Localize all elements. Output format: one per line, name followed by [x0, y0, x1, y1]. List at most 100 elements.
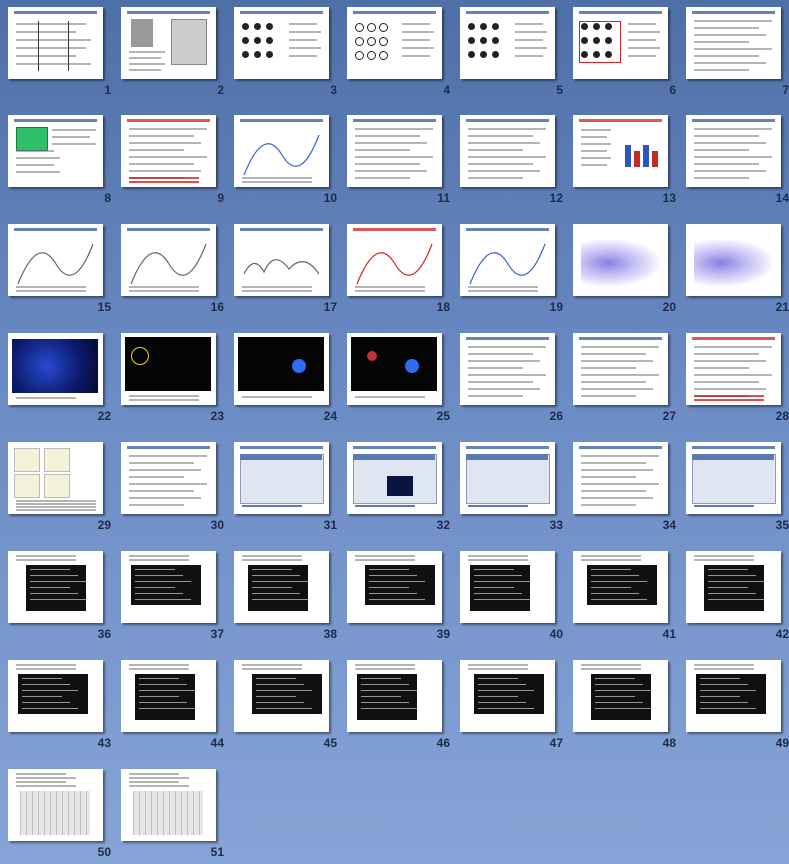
slide-thumbnail[interactable]	[347, 333, 442, 405]
slide-thumbnail[interactable]	[234, 333, 329, 405]
slide-thumbnail[interactable]	[347, 115, 442, 187]
slide-thumbnail[interactable]	[8, 442, 103, 514]
slide-thumbnail-cell[interactable]: 15	[8, 224, 111, 314]
slide-thumbnail[interactable]	[121, 7, 216, 79]
slide-thumbnail[interactable]	[121, 333, 216, 405]
slide-thumbnail[interactable]	[573, 115, 668, 187]
slide-thumbnail[interactable]	[686, 333, 781, 405]
slide-thumbnail[interactable]	[234, 660, 329, 732]
slide-thumbnail[interactable]	[234, 7, 329, 79]
slide-thumbnail[interactable]	[347, 442, 442, 514]
slide-thumbnail[interactable]	[460, 660, 555, 732]
slide-thumbnail[interactable]	[460, 115, 555, 187]
slide-thumbnail[interactable]	[347, 660, 442, 732]
slide-thumbnail[interactable]	[234, 442, 329, 514]
slide-thumbnail-cell[interactable]: 37	[121, 551, 224, 641]
slide-thumbnail[interactable]	[686, 551, 781, 623]
slide-thumbnail-cell[interactable]: 46	[347, 660, 450, 750]
slide-thumbnail-cell[interactable]: 30	[121, 442, 224, 532]
slide-thumbnail[interactable]	[460, 7, 555, 79]
slide-thumbnail[interactable]	[347, 551, 442, 623]
slide-thumbnail[interactable]	[573, 7, 668, 79]
slide-thumbnail-cell[interactable]: 36	[8, 551, 111, 641]
slide-thumbnail-cell[interactable]: 24	[234, 333, 337, 423]
slide-thumbnail[interactable]	[8, 333, 103, 405]
slide-thumbnail-cell[interactable]: 20	[573, 224, 676, 314]
slide-thumbnail-cell[interactable]: 25	[347, 333, 450, 423]
slide-thumbnail-cell[interactable]: 3	[234, 7, 337, 97]
slide-thumbnail-cell[interactable]: 7	[686, 7, 789, 97]
slide-thumbnail-cell[interactable]: 40	[460, 551, 563, 641]
slide-thumbnail[interactable]	[460, 551, 555, 623]
slide-thumbnail-cell[interactable]: 41	[573, 551, 676, 641]
slide-thumbnail-cell[interactable]: 35	[686, 442, 789, 532]
slide-thumbnail[interactable]	[347, 224, 442, 296]
slide-thumbnail[interactable]	[8, 7, 103, 79]
slide-thumbnail[interactable]	[8, 224, 103, 296]
slide-thumbnail[interactable]	[573, 442, 668, 514]
slide-thumbnail-cell[interactable]: 26	[460, 333, 563, 423]
slide-thumbnail-cell[interactable]: 47	[460, 660, 563, 750]
slide-thumbnail-cell[interactable]: 5	[460, 7, 563, 97]
slide-thumbnail[interactable]	[460, 333, 555, 405]
slide-thumbnail[interactable]	[573, 333, 668, 405]
slide-thumbnail[interactable]	[8, 769, 103, 841]
slide-thumbnail[interactable]	[121, 224, 216, 296]
slide-thumbnail-cell[interactable]: 33	[460, 442, 563, 532]
slide-thumbnail-cell[interactable]: 34	[573, 442, 676, 532]
slide-thumbnail-cell[interactable]: 38	[234, 551, 337, 641]
slide-thumbnail[interactable]	[686, 115, 781, 187]
slide-thumbnail-cell[interactable]: 21	[686, 224, 789, 314]
slide-thumbnail[interactable]	[573, 551, 668, 623]
slide-thumbnail-cell[interactable]: 44	[121, 660, 224, 750]
slide-thumbnail-cell[interactable]: 28	[686, 333, 789, 423]
slide-thumbnail[interactable]	[121, 769, 216, 841]
slide-thumbnail[interactable]	[121, 115, 216, 187]
slide-thumbnail-cell[interactable]: 23	[121, 333, 224, 423]
slide-thumbnail-cell[interactable]: 14	[686, 115, 789, 205]
slide-thumbnail[interactable]	[8, 115, 103, 187]
slide-thumbnail-cell[interactable]: 39	[347, 551, 450, 641]
slide-thumbnail-cell[interactable]: 22	[8, 333, 111, 423]
slide-thumbnail-cell[interactable]: 12	[460, 115, 563, 205]
slide-thumbnail-cell[interactable]: 42	[686, 551, 789, 641]
slide-thumbnail[interactable]	[686, 224, 781, 296]
slide-thumbnail[interactable]	[573, 660, 668, 732]
slide-thumbnail-cell[interactable]: 1	[8, 7, 111, 97]
slide-thumbnail-cell[interactable]: 50	[8, 769, 111, 859]
slide-thumbnail[interactable]	[234, 551, 329, 623]
slide-thumbnail-cell[interactable]: 2	[121, 7, 224, 97]
slide-thumbnail[interactable]	[686, 7, 781, 79]
slide-thumbnail-cell[interactable]: 43	[8, 660, 111, 750]
slide-thumbnail-cell[interactable]: 31	[234, 442, 337, 532]
slide-thumbnail[interactable]	[121, 551, 216, 623]
slide-thumbnail-cell[interactable]: 10	[234, 115, 337, 205]
slide-thumbnail[interactable]	[121, 442, 216, 514]
slide-thumbnail[interactable]	[460, 224, 555, 296]
slide-thumbnail-cell[interactable]: 18	[347, 224, 450, 314]
slide-thumbnail-cell[interactable]: 32	[347, 442, 450, 532]
slide-thumbnail[interactable]	[8, 551, 103, 623]
slide-thumbnail[interactable]	[234, 224, 329, 296]
slide-thumbnail-cell[interactable]: 13	[573, 115, 676, 205]
slide-thumbnail-cell[interactable]: 48	[573, 660, 676, 750]
slide-thumbnail-cell[interactable]: 51	[121, 769, 224, 859]
slide-thumbnail[interactable]	[347, 7, 442, 79]
slide-thumbnail-cell[interactable]: 4	[347, 7, 450, 97]
slide-thumbnail-cell[interactable]: 45	[234, 660, 337, 750]
slide-thumbnail-cell[interactable]: 11	[347, 115, 450, 205]
slide-thumbnail[interactable]	[121, 660, 216, 732]
slide-thumbnail[interactable]	[573, 224, 668, 296]
slide-thumbnail[interactable]	[686, 660, 781, 732]
slide-thumbnail-cell[interactable]: 27	[573, 333, 676, 423]
slide-thumbnail-cell[interactable]: 17	[234, 224, 337, 314]
slide-thumbnail[interactable]	[460, 442, 555, 514]
slide-thumbnail[interactable]	[234, 115, 329, 187]
slide-thumbnail-cell[interactable]: 8	[8, 115, 111, 205]
slide-thumbnail-cell[interactable]: 9	[121, 115, 224, 205]
slide-thumbnail[interactable]	[686, 442, 781, 514]
slide-thumbnail-cell[interactable]: 29	[8, 442, 111, 532]
slide-thumbnail-cell[interactable]: 6	[573, 7, 676, 97]
slide-thumbnail-cell[interactable]: 19	[460, 224, 563, 314]
slide-thumbnail[interactable]	[8, 660, 103, 732]
